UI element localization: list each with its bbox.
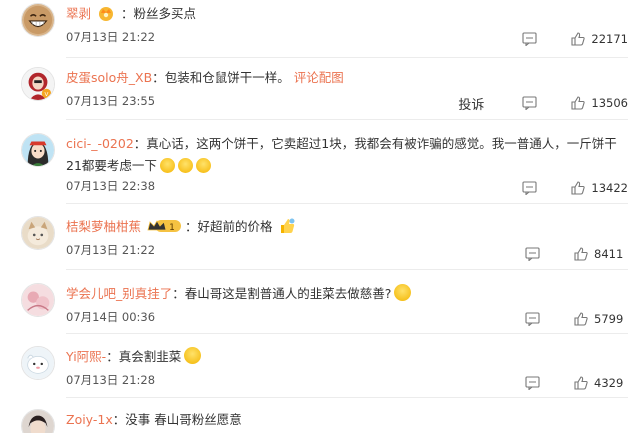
laugh-cry-emoji-icon xyxy=(159,158,175,173)
avatar-cartoon-icon: V xyxy=(22,68,54,100)
comment-time: 07月13日 21:28 xyxy=(66,373,156,387)
like-button[interactable]: 22171 xyxy=(571,32,628,46)
username[interactable]: 翠剥 xyxy=(66,6,91,21)
username[interactable]: 皮蛋solo舟_XB xyxy=(66,70,152,85)
avatar-cat-icon xyxy=(22,217,54,249)
like-button[interactable]: 5799 xyxy=(574,312,628,326)
avatar[interactable]: V xyxy=(21,67,55,101)
username[interactable]: cici-_-0202 xyxy=(66,136,134,151)
comment-row: Yi阿熙-：真会割韭菜 07月13日 21:28 4329 xyxy=(0,334,636,398)
username[interactable]: 学会儿吧_别真挂了 xyxy=(66,286,172,301)
vip-crown-badge-icon: 1 xyxy=(147,218,183,241)
like-count: 5799 xyxy=(594,312,624,326)
avatar[interactable] xyxy=(21,283,55,317)
comment-image-link[interactable]: 评论配图 xyxy=(294,70,344,85)
comment-row: 翠剥 ：粉丝多买点 07月13日 21:22 22171 xyxy=(0,0,636,58)
comment-text: 好超前的价格 xyxy=(197,219,273,234)
like-button[interactable]: 13422 xyxy=(571,181,628,195)
avatar[interactable] xyxy=(21,409,55,433)
comment-time: 07月13日 21:22 xyxy=(66,243,156,257)
thumbs-up-icon xyxy=(574,312,588,326)
avatar-anime-girl-icon xyxy=(22,134,54,166)
like-count: 22171 xyxy=(591,32,628,46)
crown-badge-icon xyxy=(97,5,115,28)
like-button[interactable]: 4329 xyxy=(574,376,628,390)
badge-level: 1 xyxy=(169,223,175,233)
comment-text: 没事 春山哥粉丝愿意 xyxy=(125,412,242,427)
avatar[interactable] xyxy=(21,133,55,167)
comment-row: 学会儿吧_别真挂了：春山哥这是割普通人的韭菜去做慈善? 07月14日 00:36… xyxy=(0,270,636,334)
comment-row: 桔梨萝柚柑蕉 1 ：好超前的价格 07月13日 21:22 8411 xyxy=(0,204,636,270)
like-button[interactable]: 8411 xyxy=(574,247,628,261)
avatar-pink-pattern-icon xyxy=(22,284,54,316)
laugh-cry-emoji-icon xyxy=(195,158,211,173)
comment-text: 真会割韭菜 xyxy=(118,349,182,364)
thumbs-up-emoji-icon xyxy=(279,218,295,241)
comment-row: cici-_-0202：真心话，这两个饼干，它卖超过1块，我都会有被诈骗的感觉。… xyxy=(0,120,636,204)
thumbs-up-icon xyxy=(571,96,586,110)
comment-icon[interactable] xyxy=(525,247,540,261)
comment-row: Zoiy-1x：没事 春山哥粉丝愿意 xyxy=(0,398,636,433)
avatar[interactable] xyxy=(21,346,55,380)
comment-icon[interactable] xyxy=(522,32,537,46)
comment-icon[interactable] xyxy=(525,376,540,390)
comment-time: 07月13日 21:22 xyxy=(66,30,156,44)
username[interactable]: Zoiy-1x xyxy=(66,412,113,427)
comment-time: 07月14日 00:36 xyxy=(66,310,156,324)
like-button[interactable]: 13506 xyxy=(571,96,628,110)
thumbs-up-icon xyxy=(571,181,586,195)
username[interactable]: Yi阿熙- xyxy=(66,349,106,364)
avatar-laughing-face-icon xyxy=(22,4,54,36)
comment-icon[interactable] xyxy=(522,181,537,195)
like-count: 8411 xyxy=(594,247,624,261)
comment-text: 真心话，这两个饼干，它卖超过1块，我都会有被诈骗的感觉。我一普通人，一斤饼干21… xyxy=(66,136,617,173)
comment-list: 翠剥 ：粉丝多买点 07月13日 21:22 22171 V 皮蛋solo舟_X… xyxy=(0,0,636,433)
like-count: 13422 xyxy=(591,181,628,195)
comment-row: V 皮蛋solo舟_XB：包装和仓鼠饼干一样。 评论配图 07月13日 23:55… xyxy=(0,58,636,120)
thumbs-up-icon xyxy=(574,376,588,390)
thumbs-up-icon xyxy=(571,32,586,46)
surprised-emoji-icon xyxy=(184,347,202,364)
avatar[interactable] xyxy=(21,3,55,37)
comment-text: 包装和仓鼠饼干一样。 xyxy=(164,70,290,85)
avatar-photo-icon xyxy=(22,410,54,433)
comment-icon[interactable] xyxy=(522,96,537,110)
laugh-cry-emoji-icon xyxy=(177,158,193,173)
svg-text:V: V xyxy=(45,92,49,98)
like-count: 4329 xyxy=(594,376,624,390)
comment-text: 粉丝多买点 xyxy=(133,6,197,21)
username[interactable]: 桔梨萝柚柑蕉 xyxy=(66,219,141,234)
avatar[interactable] xyxy=(21,216,55,250)
comment-icon[interactable] xyxy=(525,312,540,326)
thinking-emoji-icon xyxy=(394,284,412,301)
comment-text: 春山哥这是割普通人的韭菜去做慈善? xyxy=(184,286,392,301)
report-button[interactable]: 投诉 xyxy=(458,94,484,113)
like-count: 13506 xyxy=(591,96,628,110)
avatar-white-creature-icon xyxy=(22,347,54,379)
thumbs-up-icon xyxy=(574,247,588,261)
comment-time: 07月13日 22:38 xyxy=(66,179,156,193)
comment-time: 07月13日 23:55 xyxy=(66,94,156,108)
